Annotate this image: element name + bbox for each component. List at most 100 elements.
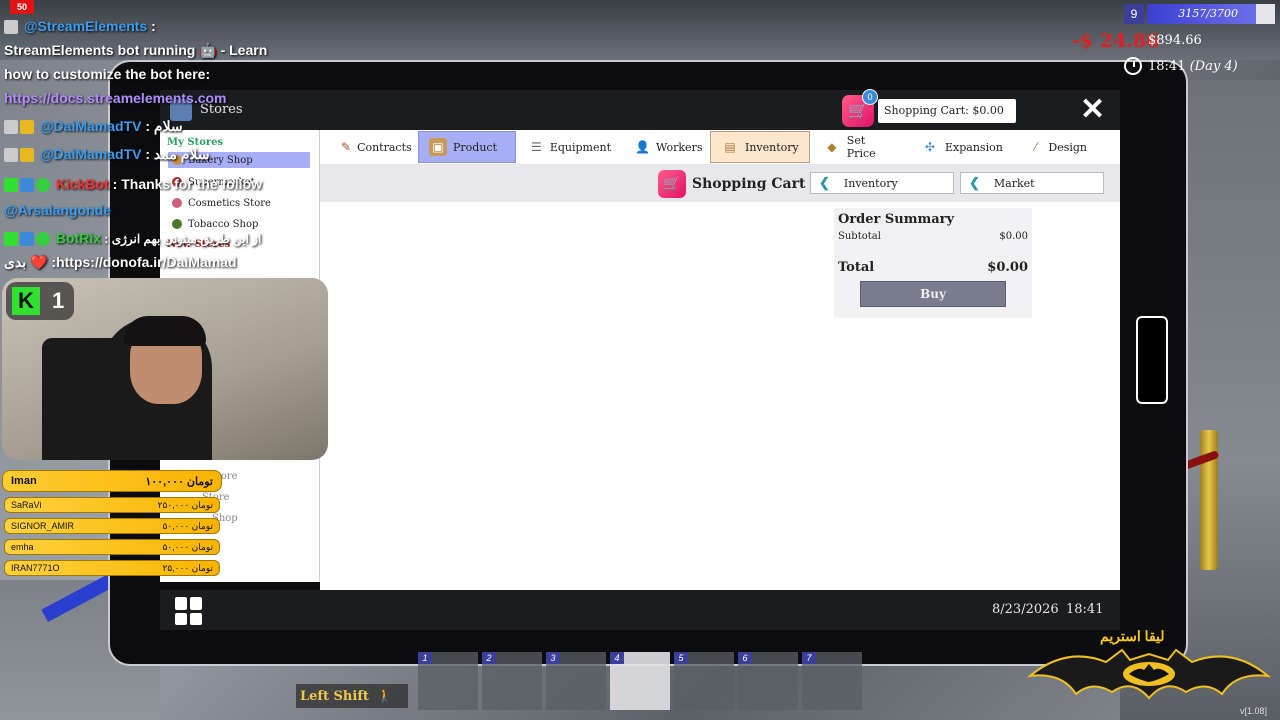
tab-label: Product bbox=[453, 140, 497, 154]
game-clock: 18:41 (Day 4) bbox=[1148, 59, 1238, 74]
chat-user: @StreamElements bbox=[23, 18, 148, 34]
chat-line: @Arsalangonde bbox=[4, 202, 111, 218]
tab-product[interactable]: ▣ Product bbox=[418, 131, 516, 163]
chat-line: @DaiMamadTV : سلام bbox=[4, 118, 183, 135]
hotbar-slot-4[interactable]: 4 bbox=[610, 652, 670, 710]
order-summary-panel: Order Summary Subtotal $0.00 Total $0.00… bbox=[834, 208, 1032, 318]
donation-amount: تومان ۱۰۰,۰۰۰ bbox=[145, 475, 213, 488]
market-nav-label: Market bbox=[993, 176, 1035, 190]
tab-label: Equipment bbox=[549, 140, 611, 154]
hotbar-slot-2[interactable]: 2 bbox=[482, 652, 542, 710]
mod-badge-icon bbox=[4, 148, 18, 163]
crown-badge-icon bbox=[20, 120, 34, 135]
taskbar bbox=[160, 590, 1120, 630]
donor-name: emha bbox=[11, 542, 34, 552]
expand-icon: ✣ bbox=[924, 140, 936, 154]
order-summary-heading: Order Summary bbox=[838, 212, 955, 227]
xp-text: 3157/3700 bbox=[1178, 7, 1238, 20]
tab-bar: ✎ Contracts ▣ Product ☰ Equipment 👤 Work… bbox=[320, 130, 1120, 164]
apps-grid-icon[interactable] bbox=[175, 597, 203, 625]
total-label: Total bbox=[838, 260, 875, 275]
tab-workers[interactable]: 👤 Workers bbox=[624, 131, 708, 163]
store-item-label: Cosmetics Store bbox=[188, 197, 271, 209]
donation-amount: تومان ۵۰,۰۰۰ bbox=[162, 541, 214, 552]
chat-line: KickBot : Thanks for the follow bbox=[4, 176, 262, 193]
image-icon bbox=[4, 20, 18, 35]
subtotal-value: $0.00 bbox=[999, 231, 1028, 242]
chat-line: StreamElements bot running 🤖 - Learn bbox=[4, 42, 267, 59]
kick-badge-icon bbox=[4, 178, 18, 193]
chevron-left-icon: ❮ bbox=[969, 175, 980, 191]
shelf-icon: ☰ bbox=[531, 140, 542, 154]
store-item-label: Tobacco Shop bbox=[188, 218, 259, 230]
bot-badge-icon bbox=[20, 232, 34, 247]
donor-name: SaRaVi bbox=[11, 500, 42, 510]
cart-count-badge: 0 bbox=[862, 89, 878, 105]
chat-text: : از این طریق میتونی بهم انرژی bbox=[101, 232, 262, 246]
sprint-key-hint: Left Shift 🚶 bbox=[296, 684, 408, 708]
mod-badge-icon bbox=[4, 120, 18, 135]
cart-icon: 🛒 bbox=[658, 170, 686, 198]
inventory-icon: ▤ bbox=[724, 140, 736, 154]
verified-icon bbox=[36, 178, 50, 193]
walk-icon: 🚶 bbox=[376, 688, 394, 704]
store-item-hidden-1[interactable]: Store bbox=[210, 468, 352, 484]
chat-mention: @Arsalangonde bbox=[4, 202, 112, 218]
chat-user: @DaiMamadTV bbox=[39, 118, 142, 134]
store-item-cosmetics[interactable]: Cosmetics Store bbox=[168, 195, 310, 211]
bot-badge-icon bbox=[20, 178, 34, 193]
tab-inventory[interactable]: ▤ Inventory bbox=[710, 131, 810, 163]
worker-icon: 👤 bbox=[635, 140, 650, 154]
donation-row: IRAN7771O تومان ۲۵,۰۰۰ bbox=[4, 560, 220, 576]
hotbar-slot-7[interactable]: 7 bbox=[802, 652, 862, 710]
shopping-cart-title: Shopping Cart bbox=[692, 176, 806, 192]
chat-user: BotRix bbox=[55, 230, 102, 246]
kick-badge-icon bbox=[4, 232, 18, 247]
chat-text: : سلام bbox=[141, 118, 183, 134]
chat-user: KickBot bbox=[55, 176, 109, 192]
buy-button[interactable]: Buy bbox=[860, 281, 1006, 307]
tab-contracts[interactable]: ✎ Contracts bbox=[330, 131, 416, 163]
cosmetics-icon bbox=[172, 198, 182, 208]
tab-expansion[interactable]: ✣ Expansion bbox=[910, 131, 1016, 163]
verified-icon bbox=[36, 232, 50, 247]
store-item-hidden-2[interactable]: Store bbox=[202, 489, 344, 505]
store-item-hidden-3[interactable]: Shop bbox=[212, 510, 354, 526]
hotbar-slot-3[interactable]: 3 bbox=[546, 652, 606, 710]
money-balance: $894.66 bbox=[1148, 33, 1202, 48]
kick-viewer-badge: K 1 bbox=[6, 282, 74, 320]
chat-text: StreamElements bot running 🤖 - Learn bbox=[4, 42, 268, 58]
market-nav-button[interactable]: ❮ Market bbox=[960, 172, 1104, 194]
shopping-cart-button[interactable]: 🛒 0 Shopping Cart: $0.00 bbox=[842, 89, 1018, 127]
grid-square bbox=[175, 612, 187, 625]
taskbar-time: 18:41 bbox=[1066, 602, 1104, 617]
brush-icon: ⁄ bbox=[1034, 140, 1037, 154]
phone-side-slot bbox=[1136, 316, 1168, 404]
price-tag-icon: ◆ bbox=[827, 140, 837, 154]
subtotal-row: Subtotal $0.00 bbox=[838, 231, 1028, 242]
level-badge: 9 bbox=[1124, 4, 1144, 24]
tab-equipment[interactable]: ☰ Equipment bbox=[518, 131, 622, 163]
inventory-nav-label: Inventory bbox=[843, 176, 898, 190]
top-donation: Iman تومان ۱۰۰,۰۰۰ bbox=[2, 470, 222, 492]
hotbar-slot-1[interactable]: 1 bbox=[418, 652, 478, 710]
chat-link[interactable]: https://docs.streamelements.com bbox=[4, 90, 227, 106]
slot-number: 5 bbox=[674, 652, 688, 664]
kick-count: 1 bbox=[52, 288, 65, 313]
inventory-nav-button[interactable]: ❮ Inventory bbox=[810, 172, 954, 194]
tab-design[interactable]: ⁄ Design bbox=[1018, 131, 1098, 163]
tab-set-price[interactable]: ◆ Set Price bbox=[812, 131, 908, 163]
chat-line: BotRix : از این طریق میتونی بهم انرژی bbox=[4, 230, 262, 247]
hotbar-slot-5[interactable]: 5 bbox=[674, 652, 734, 710]
streamer-hair bbox=[124, 316, 206, 346]
chevron-left-icon: ❮ bbox=[819, 175, 830, 191]
close-button[interactable]: ✕ bbox=[1080, 95, 1105, 125]
kick-logo-icon: K bbox=[12, 287, 40, 315]
clock-icon bbox=[1124, 57, 1142, 75]
clock-day: (Day 4) bbox=[1189, 59, 1238, 74]
slot-number: 1 bbox=[418, 652, 432, 664]
grid-square bbox=[175, 597, 187, 610]
chat-line: بدی ❤️ :https://donofa.ir/DaiMamad bbox=[4, 254, 237, 271]
tab-label: Workers bbox=[655, 140, 703, 154]
hotbar-slot-6[interactable]: 6 bbox=[738, 652, 798, 710]
